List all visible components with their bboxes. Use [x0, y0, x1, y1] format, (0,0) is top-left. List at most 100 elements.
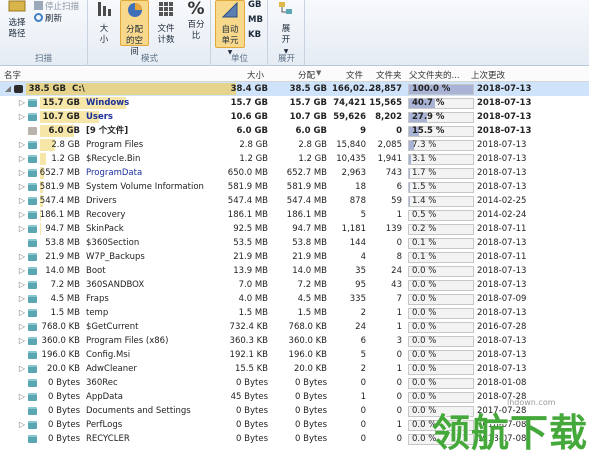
percent-text: 0.5 %: [412, 210, 437, 220]
mode-allocated-button[interactable]: 分配的空间: [120, 0, 149, 57]
mode-file-count-button[interactable]: 文件计数: [152, 0, 180, 46]
column-header-folders[interactable]: 文件夹: [376, 69, 402, 81]
expand-toggle-icon[interactable]: ▷: [18, 154, 26, 163]
size-cell: 581.9 MB: [227, 182, 268, 192]
files-cell: 2,963: [341, 168, 366, 178]
expand-toggle-icon[interactable]: ▷: [18, 308, 26, 317]
expand-toggle-icon[interactable]: ▷: [18, 294, 26, 303]
allocated-cell: 15.7 GB: [289, 98, 327, 108]
expand-toggle-icon[interactable]: ▷: [18, 140, 26, 149]
tree-row[interactable]: 196.0 KB Config.Msi 192.1 KB 196.0 KB 5 0 0.0 …: [0, 348, 589, 362]
unit-kb-button[interactable]: KB: [248, 30, 261, 40]
expand-toggle-icon[interactable]: ▷: [18, 336, 26, 345]
tree-row[interactable]: ▷ 547.4 MB Drivers 547.4 MB 547.4 MB 878 59 1.4…: [0, 194, 589, 208]
tree-row[interactable]: ▷ 360.0 KB Program Files (x86) 360.3 KB 360.…: [0, 334, 589, 348]
tree-row-root[interactable]: ◢ 38.5 GB C:\ 38.4 GB 38.5 GB 166,02... 28,857…: [0, 82, 589, 96]
refresh-button[interactable]: 刷新: [34, 12, 62, 24]
tree-size-label: 0 Bytes: [48, 392, 80, 402]
expand-toggle-icon[interactable]: ▷: [18, 280, 26, 289]
tree-size-label: 6.0 GB: [48, 126, 80, 136]
percent-bar: 27.9 %: [408, 112, 474, 123]
allocated-cell: 768.0 KB: [288, 322, 327, 332]
tree-row[interactable]: ▷ 4.5 MB Fraps 4.0 MB 4.5 MB 335 7 0.0 % 2018-07…: [0, 292, 589, 306]
folders-cell: 6: [396, 182, 402, 192]
files-cell: 335: [349, 294, 366, 304]
tree-row[interactable]: ▷ 10.7 GB Users 10.6 GB 10.7 GB 59,626 8,202 27…: [0, 110, 589, 124]
tree-row[interactable]: ▷ 94.7 MB SkinPack 92.5 MB 94.7 MB 1,181 139 0.…: [0, 222, 589, 236]
unit-gb-button[interactable]: GB: [248, 0, 261, 10]
expand-toggle-icon[interactable]: ▷: [18, 196, 26, 205]
expand-toggle-icon[interactable]: ▷: [18, 252, 26, 261]
column-header-allocated[interactable]: 分配: [298, 69, 315, 81]
size-cell: 0 Bytes: [236, 420, 268, 430]
tree-row[interactable]: ▷ 20.0 KB AdwCleaner 15.5 KB 20.0 KB 2 1 0.0 % 2…: [0, 362, 589, 376]
percent-text: 0.0 %: [412, 378, 437, 388]
allocated-cell: 0 Bytes: [295, 434, 327, 444]
expand-toggle-icon[interactable]: ▷: [18, 420, 26, 429]
tree-row[interactable]: ▷ 15.7 GB Windows 15.7 GB 15.7 GB 74,421 15,56…: [0, 96, 589, 110]
expand-toggle-icon[interactable]: ▷: [18, 112, 26, 121]
column-header-size[interactable]: 大小: [247, 69, 264, 81]
tree-row[interactable]: ▷ 768.0 KB $GetCurrent 732.4 KB 768.0 KB 24 1 0…: [0, 320, 589, 334]
folder-icon: [28, 169, 37, 177]
column-header-percent-parent[interactable]: 父文件夹的...: [409, 69, 460, 81]
size-cell: 10.6 GB: [230, 112, 268, 122]
stop-scan-button[interactable]: 停止扫描: [34, 0, 79, 12]
expand-toggle-icon[interactable]: ▷: [18, 98, 26, 107]
expand-toggle-icon[interactable]: ▷: [18, 210, 26, 219]
percent-bar: 0.0 %: [408, 336, 474, 347]
tree-row[interactable]: ▷ 21.9 MB W7P_Backups 21.9 MB 21.9 MB 4 8 0.1 %…: [0, 250, 589, 264]
size-cell: 45 Bytes: [230, 392, 268, 402]
select-path-button[interactable]: 选择路径: [2, 0, 32, 40]
tree-size-label: 768.0 KB: [41, 322, 80, 332]
column-header-name[interactable]: 名字: [4, 69, 21, 81]
folder-icon: [28, 323, 37, 331]
expand-toggle-icon[interactable]: ▷: [18, 182, 26, 191]
expand-toggle-icon[interactable]: ▷: [18, 266, 26, 275]
tree-size-label: 2.8 GB: [51, 140, 80, 150]
allocated-cell: 652.7 MB: [286, 168, 327, 178]
tree-row[interactable]: ▷ 186.1 MB Recovery 186.1 MB 186.1 MB 5 1 0.5 %…: [0, 208, 589, 222]
size-cell: 92.5 MB: [233, 224, 268, 234]
folders-cell: 7: [396, 294, 402, 304]
allocated-cell: 38.5 GB: [289, 84, 327, 94]
tree-row[interactable]: ▷ 1.5 MB temp 1.5 MB 1.5 MB 2 1 0.0 % 2018-07-13: [0, 306, 589, 320]
tree-row[interactable]: ▷ 7.2 MB 360SANDBOX 7.0 MB 7.2 MB 95 43 0.0 % 20…: [0, 278, 589, 292]
expand-toggle-icon[interactable]: ▷: [18, 392, 26, 401]
expand-toggle-icon[interactable]: ▷: [18, 168, 26, 177]
tree-row[interactable]: ▷ 652.7 MB ProgramData 650.0 MB 652.7 MB 2,96…: [0, 166, 589, 180]
percent-bar: 0.2 %: [408, 224, 474, 235]
column-header-files[interactable]: 文件: [346, 69, 363, 81]
expand-toggle-icon[interactable]: ▷: [18, 224, 26, 233]
mode-percent-button[interactable]: % 百分比: [183, 0, 209, 42]
expand-toggle-icon[interactable]: ◢: [4, 84, 12, 93]
files-cell: 0: [360, 420, 366, 430]
allocated-cell: 0 Bytes: [295, 378, 327, 388]
folders-cell: 1: [396, 308, 402, 318]
allocated-cell: 7.2 MB: [297, 280, 327, 290]
size-cell: 0 Bytes: [236, 434, 268, 444]
size-cell: 186.1 MB: [227, 210, 268, 220]
tree-row[interactable]: 6.0 GB [9 个文件] 6.0 GB 6.0 GB 9 0 15.5 % 2018-07…: [0, 124, 589, 138]
auto-unit-button[interactable]: 自动单元 ▼: [215, 0, 245, 56]
mode-size-button[interactable]: 大小: [91, 0, 117, 46]
unit-mb-button[interactable]: MB: [248, 15, 263, 25]
tree-row[interactable]: 0 Bytes 360Rec 0 Bytes 0 Bytes 0 0 0.0 % 2018-0…: [0, 376, 589, 390]
files-cell: 2: [360, 308, 366, 318]
folder-icon: [28, 379, 37, 387]
tree-row[interactable]: ▷ 14.0 MB Boot 13.9 MB 14.0 MB 35 24 0.0 % 2018-…: [0, 264, 589, 278]
tree-row[interactable]: ▷ 1.2 GB $Recycle.Bin 1.2 GB 1.2 GB 10,435 1,9…: [0, 152, 589, 166]
expand-toggle-icon[interactable]: ▷: [18, 322, 26, 331]
percent-text: 1.4 %: [412, 196, 437, 206]
date-cell: 2018-07-13: [477, 308, 527, 318]
column-header-last-modified[interactable]: 上次更改: [471, 69, 505, 81]
folders-cell: 28,857: [369, 84, 402, 94]
files-cell: 74,421: [333, 98, 366, 108]
tree-row[interactable]: ▷ 2.8 GB Program Files 2.8 GB 2.8 GB 15,840 2,…: [0, 138, 589, 152]
expand-button[interactable]: 展开 ▼: [273, 0, 299, 57]
files-cell: 144: [349, 238, 366, 248]
tree-row[interactable]: 53.8 MB $360Section 53.5 MB 53.8 MB 144 0 0.1 …: [0, 236, 589, 250]
expand-toggle-icon[interactable]: ▷: [18, 364, 26, 373]
tree-size-label: 581.9 MB: [39, 182, 80, 192]
tree-row[interactable]: ▷ 581.9 MB System Volume Information 581.9 …: [0, 180, 589, 194]
